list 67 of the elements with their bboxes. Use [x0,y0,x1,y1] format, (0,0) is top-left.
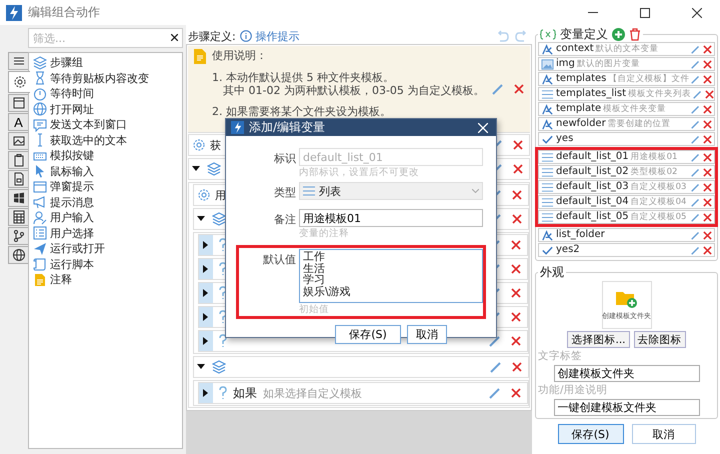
variable-name: templates [556,73,606,85]
variable-note: 【自定义模板】文件 [608,73,690,85]
variable-name: default_list_05 [556,211,629,223]
note-line: 其中 01-02 为两种默认模板，03-05 为自定义模板。 [222,84,486,97]
variable-note: 自定义模板04 [630,196,686,208]
action-label: 用户输入 [50,210,94,226]
action-label: 运行脚本 [50,256,94,272]
note-line: 1. 本动作默认提供 5 种文件夹模板。 [212,71,395,84]
steps-heading: 步骤定义: [188,28,236,44]
note-title: 使用说明： [212,49,268,62]
value-line: 学习 [303,274,325,286]
field-hint: 内部标识，设置后不可更改 [299,166,420,179]
step-label: 用 [215,188,226,202]
dropdown-value: 列表 [319,184,341,198]
field-hint: 变量的注释 [299,227,350,240]
panel-title: 变量定义 [560,27,608,41]
field-label: 默认值 [262,252,296,268]
action-label: 获取选中的文本 [50,132,127,148]
action-label: 等待剪贴板内容改变 [50,70,149,86]
action-label: 打开网址 [50,102,94,117]
variable-note: 用途模板01 [630,151,678,163]
action-label: 鼠标输入 [50,164,94,179]
variable-note: 需要创建的位置 [608,118,671,130]
variable-name: newfolder [556,118,606,130]
action-label: 步骤组 [50,55,83,70]
variable-name: default_list_04 [556,196,629,208]
action-label: 模拟按键 [50,148,94,164]
variable-name: yes2 [556,244,580,256]
variable-note: 类型模板02 [630,166,678,178]
step-note: 如果选择自定义模板 [263,386,362,400]
field-label: 功能/用途说明 [538,384,609,397]
window-title: 编辑组合动作 [28,4,101,21]
variable-name: list_folder [556,229,605,241]
variable-note: 自定义模板03 [630,181,686,193]
action-label: 提示消息 [50,194,94,210]
variable-name: yes [556,133,574,145]
field-label: 标识 [273,151,296,166]
step-label: 如果 [233,384,257,402]
dialog-title: 添加/编辑变量 [249,119,326,136]
variable-name: templates_list [556,88,626,100]
variable-note: 模板文件夹变量 [603,103,666,115]
action-label: 注释 [50,272,72,288]
variable-name: default_list_03 [556,181,629,193]
variable-name: img [556,58,575,70]
variable-note: 默认的图片变量 [576,58,640,70]
value-line: 娱乐\游戏 [303,286,351,297]
note-line: 2. 如果需要将某个文件夹设为模板。 [212,105,392,118]
value-line: 生活 [303,262,325,274]
variable-note: 自定义模板05 [630,211,686,223]
value-line: 工作 [303,251,325,262]
variable-name: default_list_01 [556,151,629,163]
action-label: 运行或打开 [50,241,105,256]
action-label: 用户选择 [50,226,94,241]
variable-note: 模板文件夹列表 [628,88,692,100]
field-label: 备注 [273,212,296,227]
field-hint: 初始值 [299,303,330,316]
field-label: 类型 [273,185,296,200]
action-label: 等待时间 [50,86,94,102]
variable-name: default_list_02 [556,166,629,178]
variable-name: context [556,43,594,55]
panel-title: 外观 [540,265,564,279]
variable-name: template [556,103,602,115]
variable-note: 默认的文本变量 [596,43,659,55]
action-label: 弹窗提示 [50,179,94,194]
action-label: 发送文本到窗口 [50,117,127,132]
field-label: 文字标签 [538,350,583,363]
step-label: 获 [210,138,221,152]
